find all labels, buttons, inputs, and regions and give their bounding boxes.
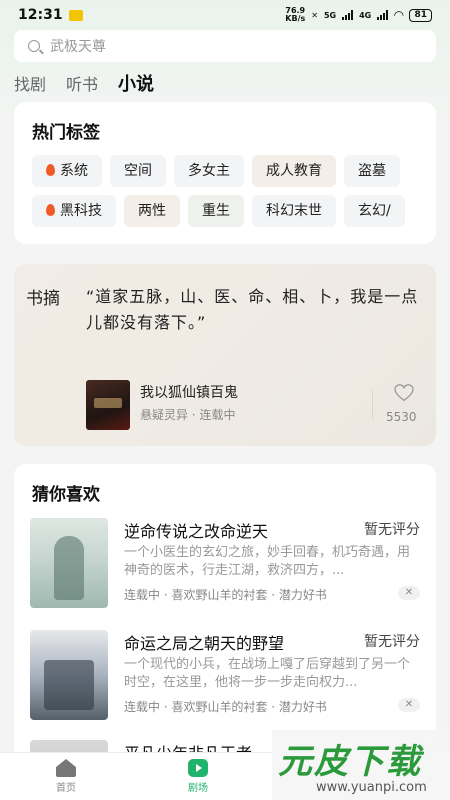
book-title[interactable]: 命运之局之朝天的野望	[124, 630, 284, 654]
recommend-card: 猜你喜欢 逆命传说之改命逆天 暂无评分 一个小医生的玄幻之旅，妙手回春，机巧奇遇…	[14, 464, 436, 800]
book-desc: 一个小医生的玄幻之旅，妙手回春，机巧奇遇，用神奇的医术，行走江湖，救济四方，..…	[124, 545, 411, 578]
tab-audiobook[interactable]: 听书	[66, 71, 98, 95]
tag-item[interactable]: 系统	[32, 155, 102, 187]
tag-row-1: 系统 空间 多女主 成人教育 盗墓	[32, 155, 436, 187]
search-placeholder[interactable]: 武极天尊	[50, 36, 106, 56]
excerpt-label: 书摘	[26, 289, 60, 309]
net-speed-unit: KB/s	[285, 14, 306, 23]
book-cover[interactable]	[30, 630, 108, 720]
watermark-text: 元皮下载	[278, 742, 422, 782]
book-item[interactable]: 逆命传说之改命逆天 暂无评分 一个小医生的玄幻之旅，妙手回春，机巧奇遇，用神奇的…	[30, 518, 420, 610]
signal-icon	[342, 10, 354, 20]
flame-icon	[46, 164, 55, 176]
search-bar[interactable]: 武极天尊	[14, 30, 436, 62]
watermark-url: www.yuanpi.com	[316, 780, 427, 795]
book-excerpt-card[interactable]: 书摘 “道家五脉，山、医、命、相、卜，我是一点儿都没有落下。” 我以狐仙镇百鬼 …	[14, 264, 436, 446]
status-indicators: 76.9 KB/s ✕ 5G 4G ◠ 81	[285, 7, 432, 23]
tab-novel[interactable]: 小说	[118, 70, 154, 96]
dismiss-icon[interactable]: ✕	[398, 698, 420, 712]
nav-theater[interactable]: 剧场	[158, 759, 238, 794]
book-title[interactable]: 逆命传说之改命逆天	[124, 518, 268, 542]
nav-home[interactable]: 首页	[26, 759, 106, 794]
hot-tags-card: 热门标签 系统 空间 多女主 成人教育 盗墓 黑科技 两性 重生 科幻末世 玄幻…	[14, 102, 436, 244]
excerpt-book-title[interactable]: 我以狐仙镇百鬼	[140, 382, 238, 402]
search-icon	[28, 40, 40, 52]
mute-icon: ✕	[311, 10, 318, 20]
nav-home-label: 首页	[56, 783, 76, 794]
book-score: 暂无评分	[364, 522, 420, 538]
tag-item[interactable]: 科幻末世	[252, 195, 336, 227]
tab-find-drama[interactable]: 找剧	[14, 71, 46, 95]
tag-item[interactable]: 空间	[110, 155, 166, 187]
book-desc: 一个现代的小兵，在战场上嘎了后穿越到了另一个时空，在这里，他将一步一步走向权力.…	[124, 657, 411, 690]
excerpt-book-meta: 悬疑灵异 · 连载中	[140, 408, 236, 422]
excerpt-quote: “道家五脉，山、医、命、相、卜，我是一点儿都没有落下。”	[86, 287, 419, 332]
like-count: 5530	[386, 410, 417, 424]
net-speed: 76.9 KB/s	[285, 7, 305, 23]
dismiss-icon[interactable]: ✕	[398, 586, 420, 600]
tag-item[interactable]: 多女主	[174, 155, 244, 187]
recommend-title: 猜你喜欢	[32, 485, 100, 505]
tag-label: 系统	[60, 163, 88, 179]
home-icon	[56, 759, 76, 777]
category-tabs: 找剧 听书 小说	[14, 70, 154, 96]
sim1-label: 5G	[323, 10, 337, 20]
divider	[372, 390, 373, 420]
tag-item[interactable]: 两性	[124, 195, 180, 227]
book-meta: 连载中 · 喜欢野山羊的衬套 · 潜力好书	[124, 588, 327, 602]
wifi-icon: ◠	[394, 8, 404, 22]
tag-item[interactable]: 黑科技	[32, 195, 116, 227]
heart-icon[interactable]	[394, 384, 414, 402]
battery-icon: 81	[409, 8, 432, 22]
book-item[interactable]: 命运之局之朝天的野望 暂无评分 一个现代的小兵，在战场上嘎了后穿越到了另一个时空…	[30, 630, 420, 722]
watermark-logo: 元皮下载 www.yuanpi.com	[272, 730, 450, 800]
book-meta: 连载中 · 喜欢野山羊的衬套 · 潜力好书	[124, 700, 327, 714]
tag-item[interactable]: 成人教育	[252, 155, 336, 187]
excerpt-book-cover[interactable]	[86, 380, 130, 430]
tag-item[interactable]: 玄幻/	[344, 195, 405, 227]
book-score: 暂无评分	[364, 634, 420, 650]
hot-tags-title: 热门标签	[32, 123, 100, 143]
notification-icon	[68, 9, 83, 21]
book-cover[interactable]	[30, 518, 108, 608]
flame-icon	[46, 204, 55, 216]
status-time: 12:31	[18, 7, 63, 23]
signal-icon	[377, 10, 389, 20]
tag-item[interactable]: 盗墓	[344, 155, 400, 187]
tag-item[interactable]: 重生	[188, 195, 244, 227]
tag-row-2: 黑科技 两性 重生 科幻末世 玄幻/	[32, 195, 436, 227]
play-icon	[188, 759, 208, 777]
tag-label: 黑科技	[60, 203, 102, 219]
sim2-label: 4G	[359, 10, 372, 20]
nav-theater-label: 剧场	[188, 783, 208, 794]
status-bar: 12:31 76.9 KB/s ✕ 5G 4G ◠ 81	[0, 0, 450, 30]
